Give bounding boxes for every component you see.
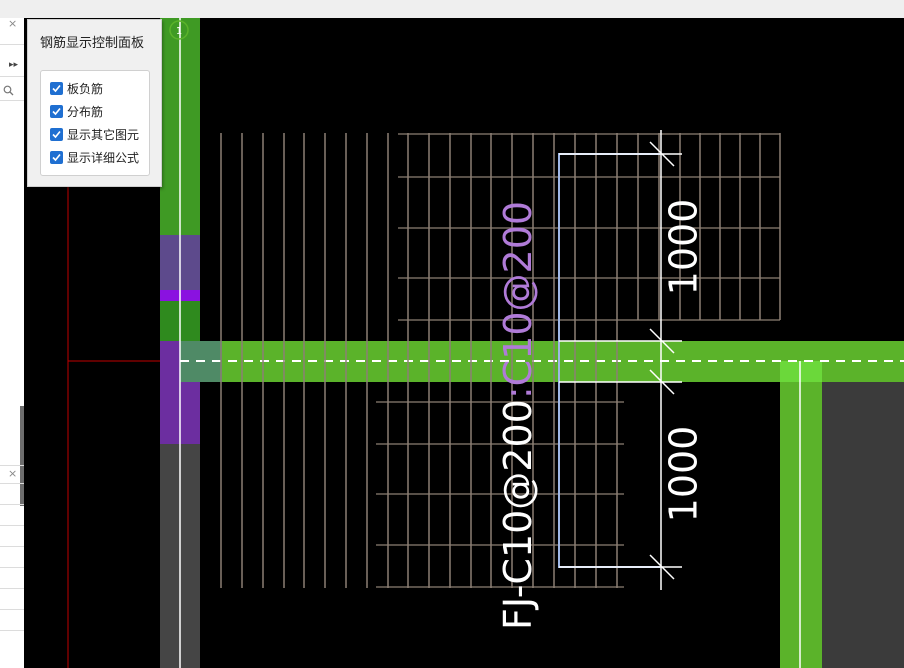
close-icon[interactable]: × <box>8 468 17 480</box>
rebar-display-control-panel: 钢筋显示控制面板 板负筋 分布筋 显示其它图元 显示详细公式 <box>27 19 162 187</box>
list-row-divider <box>0 588 24 589</box>
checkbox-label: 板负筋 <box>67 81 104 96</box>
slab-region[interactable] <box>822 382 904 668</box>
list-row-divider <box>0 525 24 526</box>
checkbox-checked-icon[interactable] <box>50 150 63 164</box>
rebar-label-part: C10@200 <box>496 201 540 386</box>
panel-divider <box>0 483 24 484</box>
panel-divider <box>0 76 24 77</box>
checkbox-label: 显示其它图元 <box>67 127 140 142</box>
panel-divider <box>0 100 24 101</box>
beam-junction <box>780 361 822 382</box>
list-row-divider <box>0 567 24 568</box>
dimension-text[interactable]: 1000 <box>662 199 706 296</box>
search-icon[interactable] <box>3 85 14 99</box>
checkbox-checked-icon[interactable] <box>50 81 63 95</box>
list-row-divider <box>0 546 24 547</box>
checkbox-checked-icon[interactable] <box>50 127 63 141</box>
rebar-label[interactable]: FJ-C10@200:C10@200 <box>496 201 540 630</box>
list-row-divider <box>0 504 24 505</box>
vertical-beam-right[interactable] <box>780 361 822 668</box>
checkbox-label: 显示详细公式 <box>67 150 140 165</box>
dimension-text[interactable]: 1000 <box>662 426 706 523</box>
list-row-divider <box>0 630 24 631</box>
expand-icon[interactable]: ▸▸ <box>9 60 18 70</box>
checkbox-show-detailed-formula[interactable]: 显示详细公式 <box>50 147 139 167</box>
left-side-panel: × ▸▸ × <box>0 18 25 668</box>
checkbox-label: 分布筋 <box>67 104 104 119</box>
checkbox-distribution-rebar[interactable]: 分布筋 <box>50 101 103 121</box>
checkbox-group: 板负筋 分布筋 显示其它图元 显示详细公式 <box>40 70 150 176</box>
top-toolbar-strip <box>0 0 904 18</box>
close-icon[interactable]: × <box>8 18 17 30</box>
rebar-label-part: : <box>496 386 540 399</box>
axis-number: 1 <box>176 26 182 37</box>
list-row-divider <box>0 609 24 610</box>
panel-divider <box>0 465 24 466</box>
rebar-label-part: FJ-C10@200 <box>496 399 540 630</box>
checkbox-checked-icon[interactable] <box>50 104 63 118</box>
panel-title: 钢筋显示控制面板 <box>40 36 145 51</box>
checkbox-show-other-elements[interactable]: 显示其它图元 <box>50 124 139 144</box>
panel-divider <box>0 44 24 45</box>
checkbox-negative-rebar[interactable]: 板负筋 <box>50 78 103 98</box>
